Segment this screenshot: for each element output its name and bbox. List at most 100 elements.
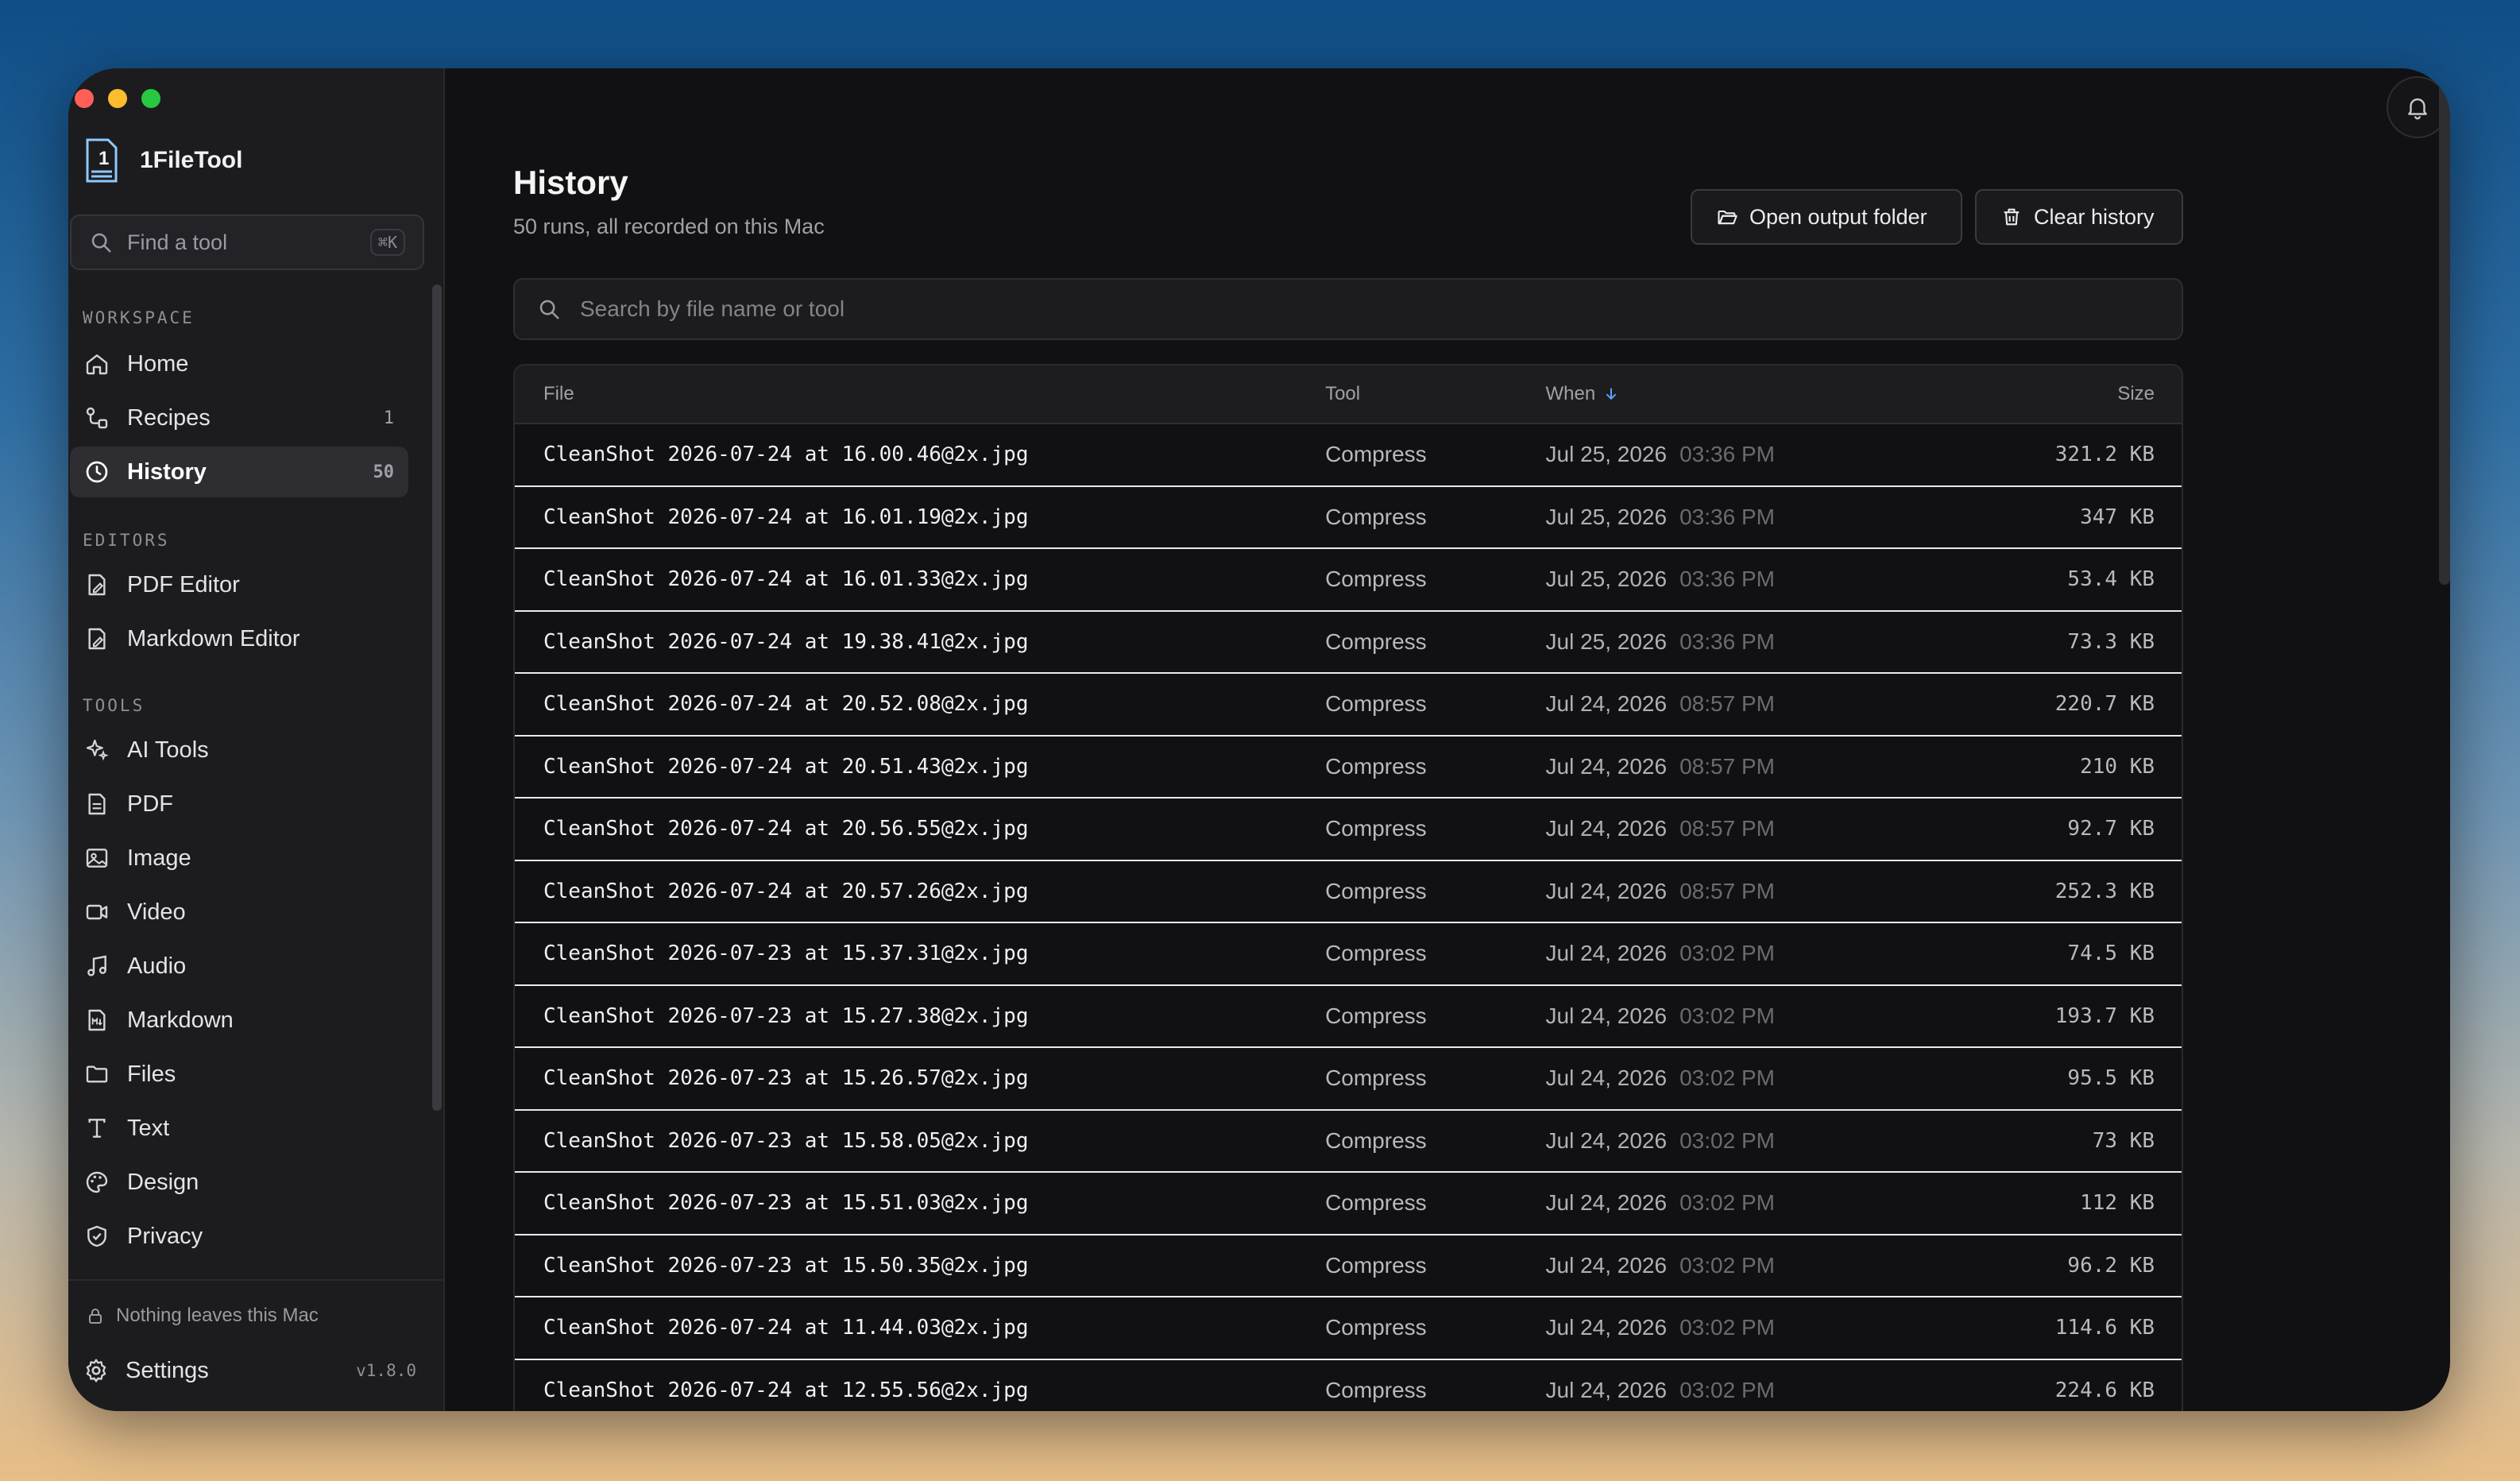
zoom-window-button[interactable]	[141, 89, 160, 108]
type-icon	[88, 1119, 106, 1138]
home-icon	[86, 354, 108, 375]
cell-tool: Compress	[1325, 1127, 1427, 1153]
main-scrollbar[interactable]	[2439, 68, 2450, 585]
file-text-icon	[88, 793, 106, 815]
cell-when: Jul 24, 2026 03:02 PM	[1546, 1315, 1990, 1340]
sidebar-item-recipes[interactable]: Recipes 1	[70, 392, 408, 443]
column-header-when[interactable]: When	[1546, 383, 1990, 405]
sidebar-item-pdf[interactable]: PDF	[70, 779, 408, 829]
cell-time: 03:02 PM	[1679, 1065, 1775, 1091]
open-output-folder-label: Open output folder	[1749, 204, 1927, 229]
cell-date: Jul 25, 2026	[1545, 504, 1668, 529]
cell-file: CleanShot 2026-07-23 at 15.50.35@2x.jpg	[543, 1253, 1029, 1278]
open-output-folder-button[interactable]: Open output folder	[1691, 189, 1962, 245]
cell-time: 03:36 PM	[1679, 566, 1775, 592]
cell-file: CleanShot 2026-07-24 at 20.51.43@2x.jpg	[543, 754, 1029, 779]
cell-time: 03:02 PM	[1679, 1003, 1775, 1028]
clear-history-button[interactable]: Clear history	[1975, 189, 2183, 245]
sidebar-item-ai-tools[interactable]: AI Tools	[70, 725, 408, 775]
cell-when: Jul 24, 2026 08:57 PM	[1546, 816, 1990, 841]
pdf-edit-icon	[88, 574, 106, 596]
cell-date: Jul 25, 2026	[1545, 628, 1668, 654]
cell-tool: Compress	[1325, 1190, 1427, 1216]
column-header-size[interactable]: Size	[1989, 383, 2182, 405]
settings-button[interactable]: Settings v1.8.0	[83, 1357, 416, 1384]
table-row[interactable]: CleanShot 2026-07-24 at 20.57.26@2x.jpg C…	[515, 860, 2182, 923]
sidebar-item-image[interactable]: Image	[70, 833, 408, 884]
sidebar-item-audio[interactable]: Audio	[70, 941, 408, 992]
table-header: File Tool When Size	[515, 365, 2182, 424]
sidebar-item-home[interactable]: Home	[70, 338, 408, 389]
section-tools: TOOLS	[83, 696, 145, 715]
sort-descending-icon	[1606, 388, 1617, 400]
table-row[interactable]: CleanShot 2026-07-23 at 15.51.03@2x.jpg C…	[515, 1173, 2182, 1235]
cell-time: 08:57 PM	[1679, 753, 1775, 779]
sidebar-item-markdown-editor[interactable]: Markdown Editor	[70, 613, 408, 664]
sidebar-item-text[interactable]: Text	[70, 1103, 408, 1154]
window-controls	[75, 89, 160, 108]
sidebar-item-label: Recipes	[127, 404, 211, 431]
column-header-tool[interactable]: Tool	[1325, 383, 1545, 405]
cell-size: 95.5 KB	[2067, 1066, 2155, 1091]
cell-tool: Compress	[1325, 691, 1427, 717]
cell-file: CleanShot 2026-07-24 at 20.56.55@2x.jpg	[543, 817, 1029, 841]
sidebar-item-label: Image	[127, 845, 191, 871]
sidebar-scrollbar[interactable]	[432, 284, 442, 1111]
section-editors: EDITORS	[83, 531, 170, 550]
sidebar-item-label: PDF Editor	[127, 571, 240, 597]
table-row[interactable]: CleanShot 2026-07-24 at 19.38.41@2x.jpg C…	[515, 611, 2182, 674]
cell-tool: Compress	[1325, 566, 1427, 592]
cell-size: 92.7 KB	[2067, 817, 2155, 841]
table-row[interactable]: CleanShot 2026-07-24 at 20.51.43@2x.jpg C…	[515, 736, 2182, 799]
cell-size: 73.3 KB	[2067, 629, 2155, 654]
table-row[interactable]: CleanShot 2026-07-24 at 20.56.55@2x.jpg C…	[515, 799, 2182, 861]
page-title: History	[513, 164, 628, 201]
table-row[interactable]: CleanShot 2026-07-24 at 16.01.19@2x.jpg C…	[515, 486, 2182, 549]
sidebar-item-files[interactable]: Files	[70, 1049, 408, 1100]
table-row[interactable]: CleanShot 2026-07-23 at 15.26.57@2x.jpg C…	[515, 1048, 2182, 1111]
cell-tool: Compress	[1325, 1315, 1427, 1340]
table-row[interactable]: CleanShot 2026-07-24 at 20.52.08@2x.jpg C…	[515, 674, 2182, 737]
cell-when: Jul 25, 2026 03:36 PM	[1546, 505, 1990, 530]
clock-icon	[86, 461, 108, 483]
cell-when: Jul 24, 2026 03:02 PM	[1546, 1253, 1990, 1278]
cell-tool: Compress	[1325, 941, 1427, 966]
sidebar-item-pdf-editor[interactable]: PDF Editor	[70, 559, 408, 610]
sidebar-item-label: Markdown	[127, 1007, 234, 1033]
cell-date: Jul 25, 2026	[1545, 442, 1668, 467]
sidebar-item-privacy[interactable]: Privacy	[70, 1211, 408, 1262]
folder-icon	[86, 1065, 108, 1083]
column-header-file[interactable]: File	[515, 383, 1325, 405]
table-row[interactable]: CleanShot 2026-07-23 at 15.27.38@2x.jpg C…	[515, 985, 2182, 1048]
recipes-icon	[86, 407, 108, 429]
table-row[interactable]: CleanShot 2026-07-23 at 15.50.35@2x.jpg C…	[515, 1235, 2182, 1297]
cell-time: 03:02 PM	[1679, 1190, 1775, 1216]
find-tool-input[interactable]: Find a tool ⌘K	[70, 215, 424, 270]
video-icon	[86, 904, 108, 920]
table-row[interactable]: CleanShot 2026-07-24 at 16.01.33@2x.jpg C…	[515, 549, 2182, 612]
close-window-button[interactable]	[75, 89, 94, 108]
settings-label: Settings	[126, 1357, 209, 1383]
cell-size: 210 KB	[2080, 754, 2155, 779]
cell-size: 73 KB	[2092, 1128, 2155, 1153]
table-row[interactable]: CleanShot 2026-07-24 at 16.00.46@2x.jpg C…	[515, 424, 2182, 487]
cell-file: CleanShot 2026-07-24 at 20.57.26@2x.jpg	[543, 879, 1029, 903]
cell-time: 03:36 PM	[1679, 442, 1775, 467]
cell-when: Jul 24, 2026 03:02 PM	[1546, 1003, 1990, 1029]
table-row[interactable]: CleanShot 2026-07-24 at 12.55.56@2x.jpg C…	[515, 1359, 2182, 1411]
sidebar-item-design[interactable]: Design	[70, 1157, 408, 1208]
table-row[interactable]: CleanShot 2026-07-24 at 11.44.03@2x.jpg C…	[515, 1297, 2182, 1360]
lock-icon	[89, 1309, 102, 1324]
history-search-input[interactable]: Search by file name or tool	[513, 278, 2183, 340]
cell-when: Jul 24, 2026 03:02 PM	[1546, 941, 1990, 966]
table-row[interactable]: CleanShot 2026-07-23 at 15.58.05@2x.jpg C…	[515, 1110, 2182, 1173]
history-count: 50	[373, 462, 395, 482]
sidebar-item-markdown[interactable]: Markdown	[70, 995, 408, 1046]
table-row[interactable]: CleanShot 2026-07-23 at 15.37.31@2x.jpg C…	[515, 923, 2182, 986]
cell-file: CleanShot 2026-07-23 at 15.37.31@2x.jpg	[543, 942, 1029, 966]
minimize-window-button[interactable]	[108, 89, 127, 108]
sidebar-item-history[interactable]: History 50	[70, 447, 408, 497]
cell-date: Jul 24, 2026	[1545, 691, 1668, 717]
sidebar-item-video[interactable]: Video	[70, 887, 408, 938]
cell-time: 03:02 PM	[1679, 1315, 1775, 1340]
